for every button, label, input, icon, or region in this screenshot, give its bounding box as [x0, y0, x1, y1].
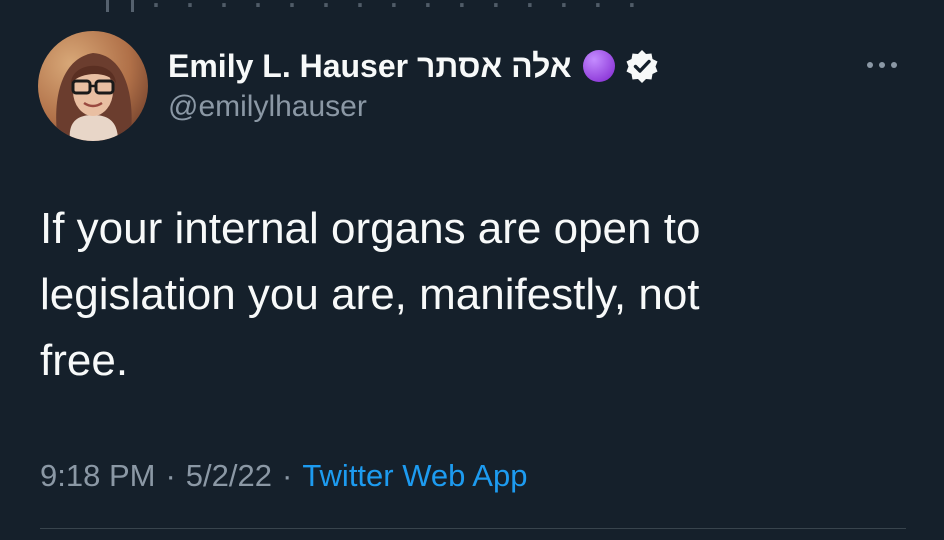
tweet-text: If your internal organs are open to legi…: [40, 204, 701, 385]
more-options-icon: [867, 62, 897, 68]
reply-context-text: · · · · · · · · · · · · · · ·: [150, 0, 644, 12]
meta-separator: ·: [281, 458, 293, 493]
tweet-meta: 9:18 PM · 5/2/22 · Twitter Web App: [40, 458, 527, 494]
reply-context-icon: [106, 0, 134, 12]
more-dot: [867, 62, 873, 68]
divider: [40, 528, 906, 529]
more-dot: [891, 62, 897, 68]
tweet-time[interactable]: 9:18 PM: [40, 458, 155, 493]
avatar-photo: [38, 31, 148, 141]
tweet-source-link[interactable]: Twitter Web App: [302, 458, 527, 493]
tweet-page: · · · · · · · · · · · · · · · Emily L. H…: [0, 0, 944, 540]
purple-circle-icon: [582, 50, 615, 82]
meta-separator: ·: [165, 458, 176, 493]
avatar[interactable]: [38, 31, 148, 141]
author-name-row[interactable]: Emily L. Hauser אלה אסתר: [168, 42, 660, 90]
reply-context-clipped: · · · · · · · · · · · · · · ·: [0, 0, 944, 12]
display-name[interactable]: Emily L. Hauser אלה אסתר: [168, 48, 572, 85]
more-dot: [879, 62, 885, 68]
more-options-button[interactable]: [858, 50, 906, 80]
verified-badge-icon[interactable]: [624, 48, 660, 84]
author-handle[interactable]: @emilylhauser: [168, 90, 367, 124]
tweet-date[interactable]: 5/2/22: [186, 458, 272, 493]
